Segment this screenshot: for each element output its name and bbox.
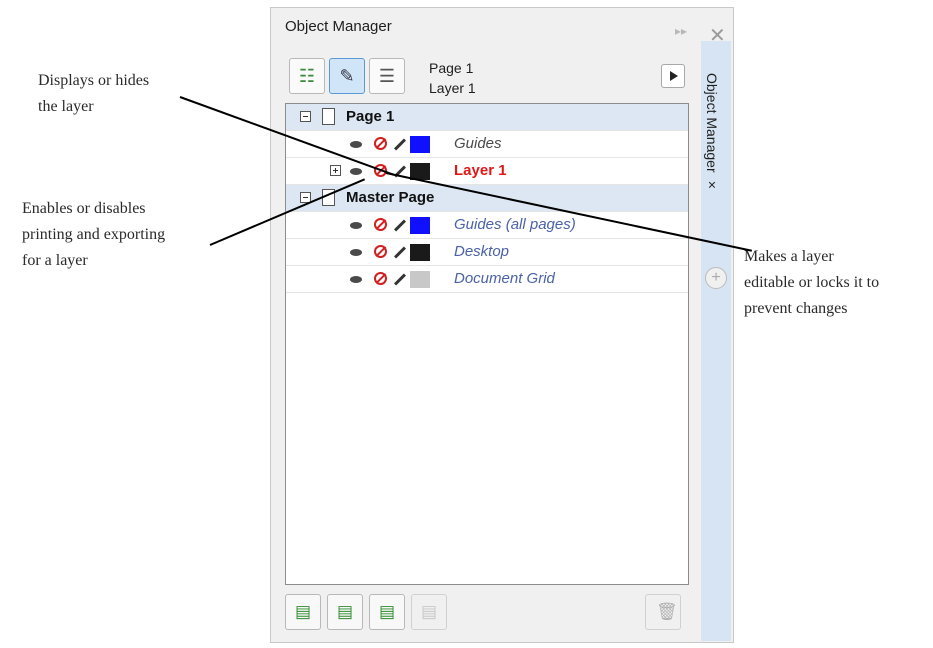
layer-row[interactable]: Guides — [286, 131, 688, 158]
annotation-print-export: Enables or disables printing and exporti… — [22, 200, 166, 269]
color-swatch[interactable] — [410, 271, 430, 288]
printer-disabled-icon[interactable] — [374, 272, 387, 285]
current-page-label: Page 1 — [429, 60, 474, 76]
page-icon — [322, 108, 335, 125]
eye-icon[interactable] — [350, 141, 362, 148]
layer-label: Guides (all pages) — [454, 216, 576, 233]
printer-disabled-icon[interactable] — [374, 137, 387, 150]
new-layer-button[interactable]: ▤ — [285, 594, 321, 630]
page-label: Page 1 — [346, 108, 395, 125]
layer-tree: Page 1 Guides Layer 1 Master Page Guides (al… — [285, 103, 689, 585]
add-tab-icon[interactable]: + — [705, 267, 727, 289]
layer-label: Document Grid — [454, 270, 555, 287]
eye-icon[interactable] — [350, 276, 362, 283]
new-master-layer-all-icon: ▤ — [379, 602, 396, 621]
trash-icon: 🗑 — [656, 602, 678, 621]
new-master-layer-icon: ▤ — [337, 602, 354, 621]
delete-button[interactable]: 🗑 — [645, 594, 681, 630]
page-row[interactable]: Master Page — [286, 185, 688, 212]
eye-icon[interactable] — [350, 222, 362, 229]
color-swatch[interactable] — [410, 217, 430, 234]
printer-disabled-icon[interactable] — [374, 218, 387, 231]
next-page-button[interactable] — [661, 64, 685, 88]
move-layer-button[interactable]: ▤ — [411, 594, 447, 630]
layers-icon: ☷ — [298, 65, 316, 86]
pencil-icon[interactable] — [393, 219, 407, 232]
layer-row[interactable]: Document Grid — [286, 266, 688, 293]
eye-icon[interactable] — [350, 249, 362, 256]
layer-label: Guides — [454, 135, 502, 152]
color-swatch[interactable] — [410, 136, 430, 153]
page-row[interactable]: Page 1 — [286, 104, 688, 131]
layer-view-dropdown-button[interactable]: ☰ — [369, 58, 405, 94]
printer-disabled-icon[interactable] — [374, 245, 387, 258]
new-layer-icon: ▤ — [295, 602, 312, 621]
new-master-layer-all-button[interactable]: ▤ — [369, 594, 405, 630]
collapse-icon[interactable] — [300, 111, 311, 122]
layer-row[interactable]: Layer 1 — [286, 158, 688, 185]
layer-label: Layer 1 — [454, 162, 507, 179]
move-layer-icon: ▤ — [421, 602, 438, 621]
color-swatch[interactable] — [410, 244, 430, 261]
panel-title: Object Manager — [285, 18, 392, 35]
layer-label: Desktop — [454, 243, 510, 260]
pencil-icon[interactable] — [393, 273, 407, 286]
pencil-icon[interactable] — [393, 246, 407, 259]
side-tab-object-manager[interactable]: Object Manager × + — [701, 41, 731, 641]
page-label: Master Page — [346, 189, 435, 206]
pencil-icon[interactable] — [393, 138, 407, 151]
annotation-display-hide: Displays or hides the layer — [38, 72, 150, 115]
layer-properties-button[interactable]: ✎ — [329, 58, 365, 94]
layers-dropdown-icon: ☰ — [378, 65, 396, 86]
eye-icon[interactable] — [350, 168, 362, 175]
annotation-lock: Makes a layer editable or locks it to pr… — [744, 248, 880, 317]
double-arrow-icon[interactable]: ▸▸ — [675, 24, 687, 38]
current-layer-label: Layer 1 — [429, 80, 476, 96]
layer-manager-view-button[interactable]: ☷ — [289, 58, 325, 94]
side-tab-label: Object Manager × — [704, 73, 720, 193]
object-manager-panel: Object Manager ▸▸ ✕ ☷ ✎ ☰ Page 1 Layer 1… — [270, 7, 734, 643]
expand-icon[interactable] — [330, 165, 341, 176]
new-master-layer-button[interactable]: ▤ — [327, 594, 363, 630]
layer-row[interactable]: Desktop — [286, 239, 688, 266]
edit-across-layers-icon: ✎ — [339, 65, 355, 86]
